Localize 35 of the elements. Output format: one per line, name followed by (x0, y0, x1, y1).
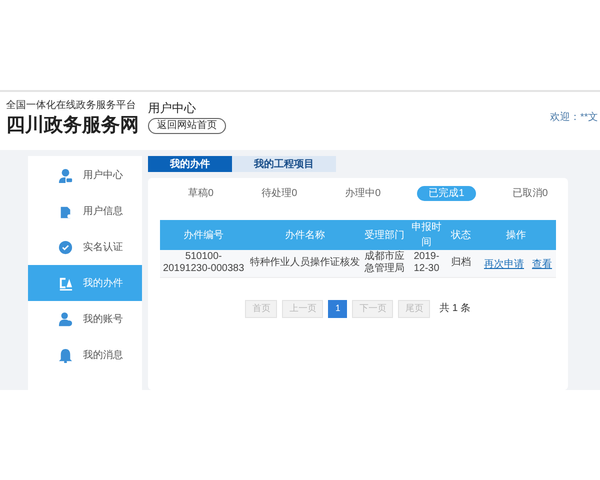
back-home-button[interactable]: 返回网站首页 (148, 118, 226, 134)
welcome-text: 欢迎：**文 (550, 110, 598, 125)
status-filter[interactable]: 草稿0 (176, 186, 226, 200)
table-cell: 特种作业人员操作证核发 (247, 250, 362, 277)
action-link[interactable]: 查看 (532, 259, 552, 270)
column-header: 状态 (446, 220, 476, 250)
table-cell: 2019-12-30 (406, 250, 446, 277)
sidebar-item[interactable]: 我的消息 (28, 337, 142, 373)
status-filter[interactable]: 已取消0 (500, 186, 560, 200)
table-cell: 成都市应急管理局 (362, 250, 407, 277)
page-button[interactable]: 1 (328, 300, 348, 318)
check-badge-icon (58, 240, 73, 254)
column-header: 操作 (476, 220, 556, 250)
column-header: 办件名称 (247, 220, 362, 250)
document-edit-icon (58, 276, 73, 290)
column-header: 受理部门 (362, 220, 407, 250)
tab[interactable]: 我的办件 (148, 156, 232, 172)
status-filter[interactable]: 办理中0 (333, 186, 393, 200)
tab[interactable]: 我的工程项目 (232, 156, 336, 172)
column-header: 办件编号 (160, 220, 248, 250)
site-title: 四川政务服务网 (6, 114, 140, 138)
site-slogan: 全国一体化在线政务服务平台 (6, 100, 137, 112)
table-cell: 归档 (446, 250, 476, 277)
page-title: 用户中心 (148, 100, 196, 116)
column-header: 申报时间 (406, 220, 446, 250)
table-cell: 510100-20191230-000383 (160, 250, 248, 277)
sidebar-item[interactable]: 用户信息 (28, 193, 142, 229)
user-icon (58, 168, 73, 182)
action-link[interactable]: 再次申请 (484, 259, 524, 270)
status-filter[interactable]: 待处理0 (250, 186, 310, 200)
total-count: 共 1 条 (439, 302, 471, 316)
sidebar-item[interactable]: 我的账号 (28, 301, 142, 337)
sidebar-item[interactable]: 实名认证 (28, 229, 142, 265)
bell-icon (58, 348, 73, 362)
sidebar-item[interactable]: 用户中心 (28, 157, 142, 193)
